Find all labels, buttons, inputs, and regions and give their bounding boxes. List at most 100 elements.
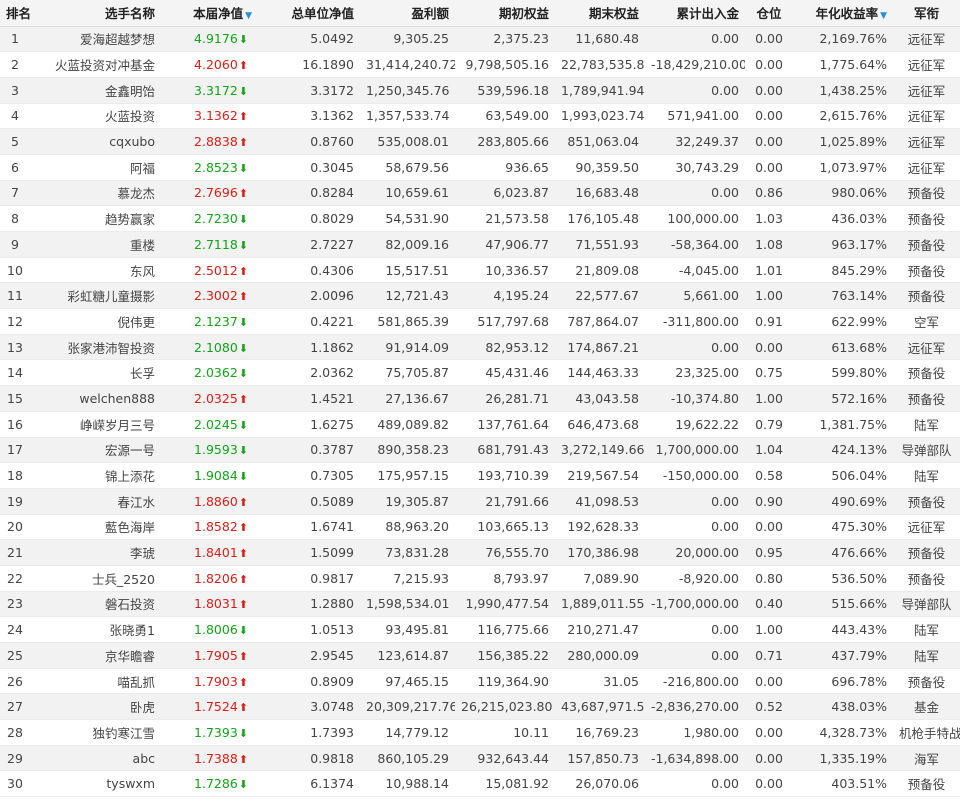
player-name-cell[interactable]: 火蓝投资对冲基金 bbox=[30, 52, 165, 78]
begin-equity-cell: 283,805.66 bbox=[477, 134, 549, 150]
net-flow-cell: 0.00 bbox=[711, 82, 739, 98]
col-current-nav-header[interactable]: 本届净值 ▼ bbox=[165, 0, 260, 26]
nav-value: 1.7388 bbox=[194, 750, 238, 766]
table-row[interactable]: 14 长孚 2.0362⬇ 2.0362 75,705.87 45,431.46 144,4… bbox=[0, 359, 960, 386]
player-name-cell[interactable]: 东风 bbox=[30, 257, 165, 283]
table-row[interactable]: 18 锦上添花 1.9084⬇ 0.7305 175,957.15 193,710.39 2… bbox=[0, 462, 960, 489]
table-row[interactable]: 20 藍色海岸 1.8582⬆ 1.6741 88,963.20 103,665.13 19… bbox=[0, 514, 960, 540]
table-row[interactable]: 19 春江水 1.8860⬆ 0.5089 19,305.87 21,791.66 41,0… bbox=[0, 488, 960, 515]
table-row[interactable]: 23 磐石投资 1.8031⬆ 1.2880 1,598,534.01 1,990,477… bbox=[0, 591, 960, 617]
annual-return-cell: 980.06% bbox=[831, 185, 887, 201]
table-row[interactable]: 15 welchen888 2.0325⬆ 1.4521 27,136.67 26,281… bbox=[0, 385, 960, 412]
table-row[interactable]: 29 abc 1.7388⬆ 0.9818 860,105.29 932,643.44 15… bbox=[0, 745, 960, 771]
player-name-cell[interactable]: 京华瞻睿 bbox=[30, 643, 165, 669]
col-end-equity-header[interactable]: 期末权益 bbox=[555, 0, 645, 26]
arrow-down-icon: ⬇ bbox=[238, 624, 248, 638]
table-header-row: 排名 选手名称 本届净值 ▼ 总单位净值 盈利额 期初权益 期末权益 累计出入金 … bbox=[0, 0, 960, 26]
col-army-header[interactable]: 军衔 bbox=[893, 0, 960, 26]
col-net-flow-header[interactable]: 累计出入金 bbox=[645, 0, 745, 26]
army-rank-cell: 预备役 bbox=[907, 494, 946, 510]
player-name-cell[interactable]: 藍色海岸 bbox=[30, 514, 165, 540]
player-name-cell[interactable]: 彩虹糖儿童摄影 bbox=[30, 283, 165, 309]
player-name-cell[interactable]: 宏源一号 bbox=[30, 437, 165, 463]
annual-return-cell: 1,073.97% bbox=[819, 159, 887, 175]
arrow-down-icon: ⬇ bbox=[238, 341, 248, 355]
table-row[interactable]: 13 张家港沛智投资 2.1080⬇ 1.1862 91,914.09 82,953.12… bbox=[0, 334, 960, 360]
player-name-cell[interactable]: 爱海超越梦想 bbox=[30, 26, 165, 52]
player-name-cell[interactable]: 李琥 bbox=[30, 540, 165, 566]
total-nav-cell: 1.6275 bbox=[310, 416, 354, 432]
player-name-cell[interactable]: 春江水 bbox=[30, 488, 165, 514]
begin-equity-cell: 63,549.00 bbox=[485, 108, 549, 124]
table-row[interactable]: 4 火蓝投资 3.1362⬆ 3.1362 1,357,533.74 63,549.00 1… bbox=[0, 103, 960, 129]
rank-cell: 18 bbox=[7, 468, 23, 484]
player-name-cell[interactable]: 峥嵘岁月三号 bbox=[30, 411, 165, 437]
table-row[interactable]: 11 彩虹糖儿童摄影 2.3002⬆ 2.0096 12,721.43 4,195.24 2… bbox=[0, 282, 960, 309]
player-name-cell[interactable]: 慕龙杰 bbox=[30, 180, 165, 206]
table-row[interactable]: 28 独钓寒江雪 1.7393⬇ 1.7393 14,779.12 10.11 16,769… bbox=[0, 719, 960, 746]
begin-equity-cell: 45,431.46 bbox=[485, 365, 549, 381]
player-name-cell[interactable]: 卧虎 bbox=[30, 694, 165, 720]
sort-desc-icon[interactable]: ▼ bbox=[880, 11, 887, 21]
end-equity-cell: 90,359.50 bbox=[575, 159, 639, 175]
table-row[interactable]: 1 爱海超越梦想 4.9176⬇ 5.0492 9,305.25 2,375.23 11,6… bbox=[0, 26, 960, 52]
player-name-cell[interactable]: tyswxm bbox=[30, 771, 165, 797]
profit-cell: 73,831.28 bbox=[385, 545, 449, 561]
table-row[interactable]: 24 张晓勇1 1.8006⬇ 1.0513 93,495.81 116,775.66 21… bbox=[0, 616, 960, 643]
player-name-cell[interactable]: 趋势赢家 bbox=[30, 206, 165, 232]
position-cell: 1.00 bbox=[755, 288, 783, 304]
army-rank-cell: 预备役 bbox=[907, 237, 946, 253]
table-row[interactable]: 9 重楼 2.7118⬇ 2.7227 82,009.16 47,906.77 71,551… bbox=[0, 231, 960, 258]
player-name-cell[interactable]: welchen888 bbox=[30, 386, 165, 412]
table-row[interactable]: 21 李琥 1.8401⬆ 1.5099 73,831.28 76,555.70 170,3… bbox=[0, 539, 960, 566]
table-row[interactable]: 22 士兵_2520 1.8206⬆ 0.9817 7,215.93 8,793.97 7,… bbox=[0, 565, 960, 592]
current-nav-cell: 1.8582⬆ bbox=[165, 514, 260, 540]
player-name-cell[interactable]: 重楼 bbox=[30, 232, 165, 258]
annual-return-cell: 622.99% bbox=[831, 313, 887, 329]
begin-equity-cell: 103,665.13 bbox=[477, 519, 549, 535]
table-row[interactable]: 12 倪伟更 2.1237⬇ 0.4221 581,865.39 517,797.68 78… bbox=[0, 308, 960, 335]
player-name-cell[interactable]: 火蓝投资 bbox=[30, 103, 165, 129]
player-name-cell[interactable]: 磐石投资 bbox=[30, 591, 165, 617]
table-row[interactable]: 27 卧虎 1.7524⬆ 3.0748 20,309,217.76 26,215,023… bbox=[0, 693, 960, 720]
col-annual-return-header[interactable]: 年化收益率 ▼ bbox=[793, 0, 893, 26]
table-row[interactable]: 26 喵乱抓 1.7903⬆ 0.8909 97,465.15 119,364.90 31.… bbox=[0, 668, 960, 694]
table-row[interactable]: 3 金鑫明饴 3.3172⬇ 3.3172 1,250,345.76 539,596.18… bbox=[0, 77, 960, 104]
player-name-cell[interactable]: 阿福 bbox=[30, 154, 165, 180]
table-row[interactable]: 25 京华瞻睿 1.7905⬆ 2.9545 123,614.87 156,385.22 2… bbox=[0, 642, 960, 669]
table-row[interactable]: 6 阿福 2.8523⬇ 0.3045 58,679.56 936.65 90,359.50… bbox=[0, 154, 960, 181]
col-begin-equity-header[interactable]: 期初权益 bbox=[455, 0, 555, 26]
table-row[interactable]: 30 tyswxm 1.7286⬇ 6.1374 10,988.14 15,081.92 2… bbox=[0, 770, 960, 797]
player-name-cell[interactable]: cqxubo bbox=[30, 129, 165, 155]
position-cell: 0.00 bbox=[755, 31, 783, 47]
profit-cell: 12,721.43 bbox=[385, 288, 449, 304]
player-name-cell[interactable]: 锦上添花 bbox=[30, 463, 165, 489]
table-row[interactable]: 17 宏源一号 1.9593⬇ 0.3787 890,358.23 681,791.43 3… bbox=[0, 437, 960, 463]
player-name-cell[interactable]: 金鑫明饴 bbox=[30, 77, 165, 103]
table-row[interactable]: 7 慕龙杰 2.7696⬆ 0.8284 10,659.61 6,023.87 16,683… bbox=[0, 180, 960, 206]
player-name-cell[interactable]: 士兵_2520 bbox=[30, 565, 165, 591]
col-name-header[interactable]: 选手名称 bbox=[30, 0, 165, 26]
player-name-cell[interactable]: 张家港沛智投资 bbox=[30, 334, 165, 360]
col-rank-header[interactable]: 排名 bbox=[0, 0, 30, 26]
player-name-cell[interactable]: 独钓寒江雪 bbox=[30, 720, 165, 746]
col-position-header[interactable]: 仓位 bbox=[745, 0, 793, 26]
army-rank-cell: 远征军 bbox=[907, 32, 946, 48]
table-row[interactable]: 2 火蓝投资对冲基金 4.2060⬆ 16.1890 31,414,240.72 9,79… bbox=[0, 51, 960, 78]
table-row[interactable]: 16 峥嵘岁月三号 2.0245⬇ 1.6275 489,089.82 137,761.6… bbox=[0, 411, 960, 437]
player-name-cell[interactable]: abc bbox=[30, 745, 165, 771]
sort-desc-icon[interactable]: ▼ bbox=[245, 11, 252, 21]
army-rank-cell: 远征军 bbox=[907, 160, 946, 176]
player-name-cell[interactable]: 喵乱抓 bbox=[30, 668, 165, 694]
player-name-cell[interactable]: 长孚 bbox=[30, 360, 165, 386]
player-name-cell[interactable]: 倪伟更 bbox=[30, 309, 165, 335]
col-profit-header[interactable]: 盈利额 bbox=[360, 0, 455, 26]
net-flow-cell: 1,700,000.00 bbox=[655, 442, 740, 458]
col-total-nav-header[interactable]: 总单位净值 bbox=[260, 0, 360, 26]
table-row[interactable]: 10 东风 2.5012⬆ 0.4306 15,517.51 10,336.57 21,80… bbox=[0, 257, 960, 283]
rank-cell: 6 bbox=[11, 159, 19, 175]
table-row[interactable]: 5 cqxubo 2.8838⬆ 0.8760 535,008.01 283,805.66… bbox=[0, 128, 960, 155]
player-name-cell[interactable]: 张晓勇1 bbox=[30, 617, 165, 643]
table-row[interactable]: 8 趋势赢家 2.7230⬇ 0.8029 54,531.90 21,573.58 176,… bbox=[0, 205, 960, 232]
begin-equity-cell: 10.11 bbox=[513, 724, 549, 740]
